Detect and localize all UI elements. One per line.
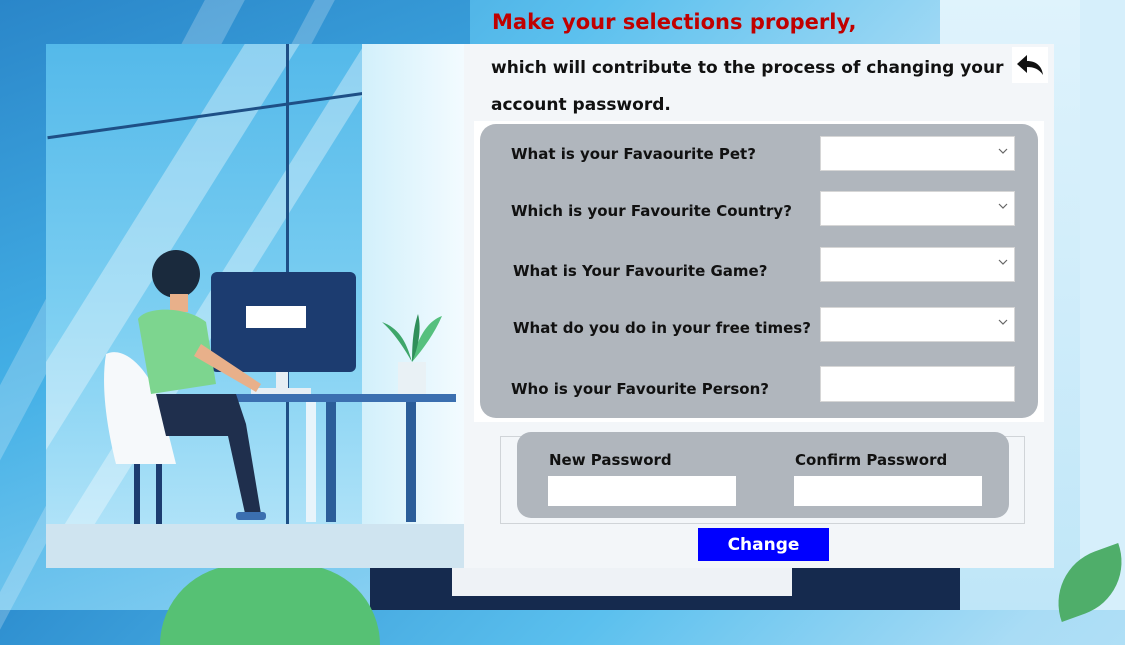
pet-select[interactable]	[820, 136, 1015, 171]
question-pet-label: What is your Favaourite Pet?	[511, 145, 756, 163]
confirm-password-field[interactable]	[794, 476, 982, 506]
change-button[interactable]: Change	[698, 528, 829, 561]
new-password-field[interactable]	[548, 476, 736, 506]
person-at-desk-illustration	[104, 250, 456, 524]
page-title: Make your selections properly,	[492, 10, 857, 34]
workspace-illustration	[46, 44, 464, 568]
chevron-down-icon	[998, 203, 1008, 209]
confirm-password-label: Confirm Password	[795, 451, 948, 469]
game-select[interactable]	[820, 247, 1015, 282]
free-time-select[interactable]	[820, 307, 1015, 342]
background-light-box	[452, 568, 792, 596]
question-person-label: Who is your Favourite Person?	[511, 380, 769, 398]
chevron-down-icon	[998, 259, 1008, 265]
back-arrow-icon	[1017, 55, 1043, 75]
page-subtitle: which will contribute to the process of …	[491, 58, 1004, 115]
country-select[interactable]	[820, 191, 1015, 226]
chevron-down-icon	[998, 319, 1008, 325]
favourite-person-input[interactable]	[820, 366, 1015, 402]
background-right-bar	[1080, 0, 1125, 610]
chevron-down-icon	[998, 148, 1008, 154]
question-game-label: What is Your Favourite Game?	[513, 262, 768, 280]
question-country-label: Which is your Favourite Country?	[511, 202, 792, 220]
back-button[interactable]	[1012, 47, 1048, 83]
question-free-time-label: What do you do in your free times?	[513, 319, 811, 337]
new-password-label: New Password	[549, 451, 672, 469]
